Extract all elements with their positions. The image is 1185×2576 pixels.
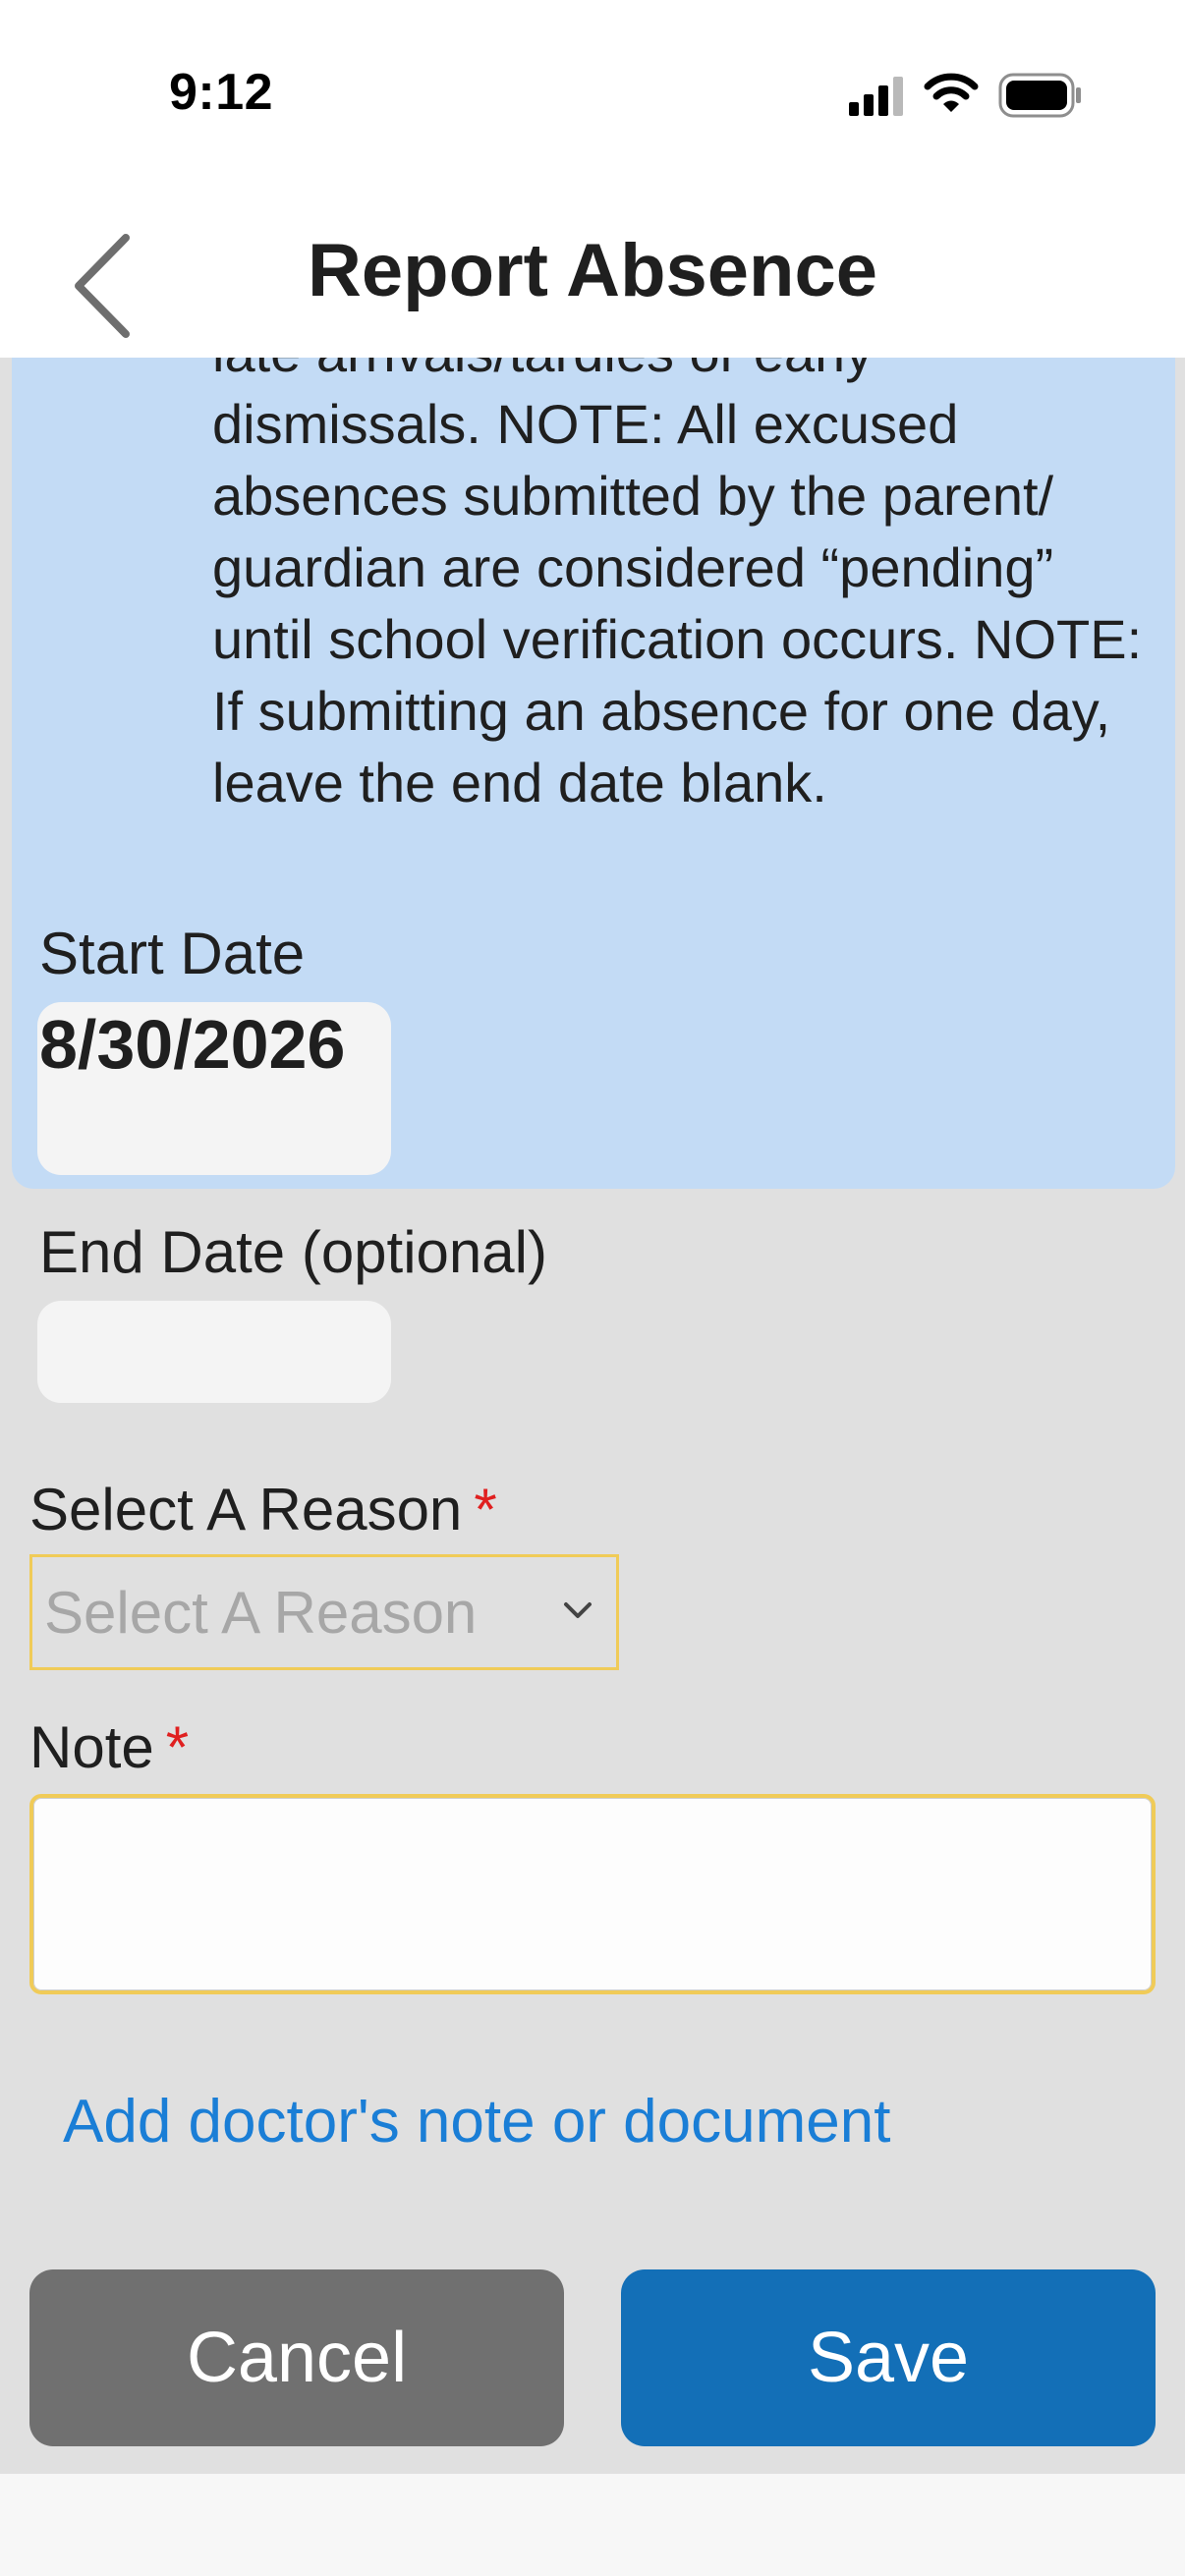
wifi-icon xyxy=(924,73,979,112)
end-date-field[interactable] xyxy=(37,1301,391,1403)
report-absence-form: late arrivals/tardies or early dismissal… xyxy=(0,358,1185,2474)
reason-label-text: Select A Reason xyxy=(29,1477,463,1542)
status-bar: 9:12 xyxy=(0,0,1185,193)
end-date-label: End Date (optional) xyxy=(39,1219,547,1285)
required-indicator: * xyxy=(165,1714,190,1780)
nav-header: Report Absence xyxy=(0,193,1185,358)
battery-icon xyxy=(998,73,1081,118)
home-indicator-area xyxy=(0,2474,1185,2576)
reason-placeholder: Select A Reason xyxy=(44,1580,478,1646)
cancel-button[interactable]: Cancel xyxy=(29,2269,564,2446)
status-time: 9:12 xyxy=(169,64,274,121)
start-date-label: Start Date xyxy=(39,921,306,986)
required-indicator: * xyxy=(474,1477,497,1542)
note-label-text: Note xyxy=(29,1714,154,1780)
start-date-field[interactable]: 8/30/2026 xyxy=(37,1002,391,1175)
add-document-link[interactable]: Add doctor's note or document xyxy=(63,2087,890,2156)
page-title: Report Absence xyxy=(308,229,877,312)
cellular-signal-icon xyxy=(849,77,903,116)
reason-select[interactable]: Select A Reason xyxy=(29,1554,619,1670)
chevron-down-icon xyxy=(564,1602,592,1618)
info-notice-text: late arrivals/tardies or early dismissal… xyxy=(212,358,1143,813)
note-label: Note * xyxy=(29,1713,189,1781)
save-button[interactable]: Save xyxy=(621,2269,1156,2446)
reason-label: Select A Reason * xyxy=(29,1476,497,1543)
start-date-value: 8/30/2026 xyxy=(39,1006,346,1083)
note-field[interactable] xyxy=(29,1794,1156,1994)
